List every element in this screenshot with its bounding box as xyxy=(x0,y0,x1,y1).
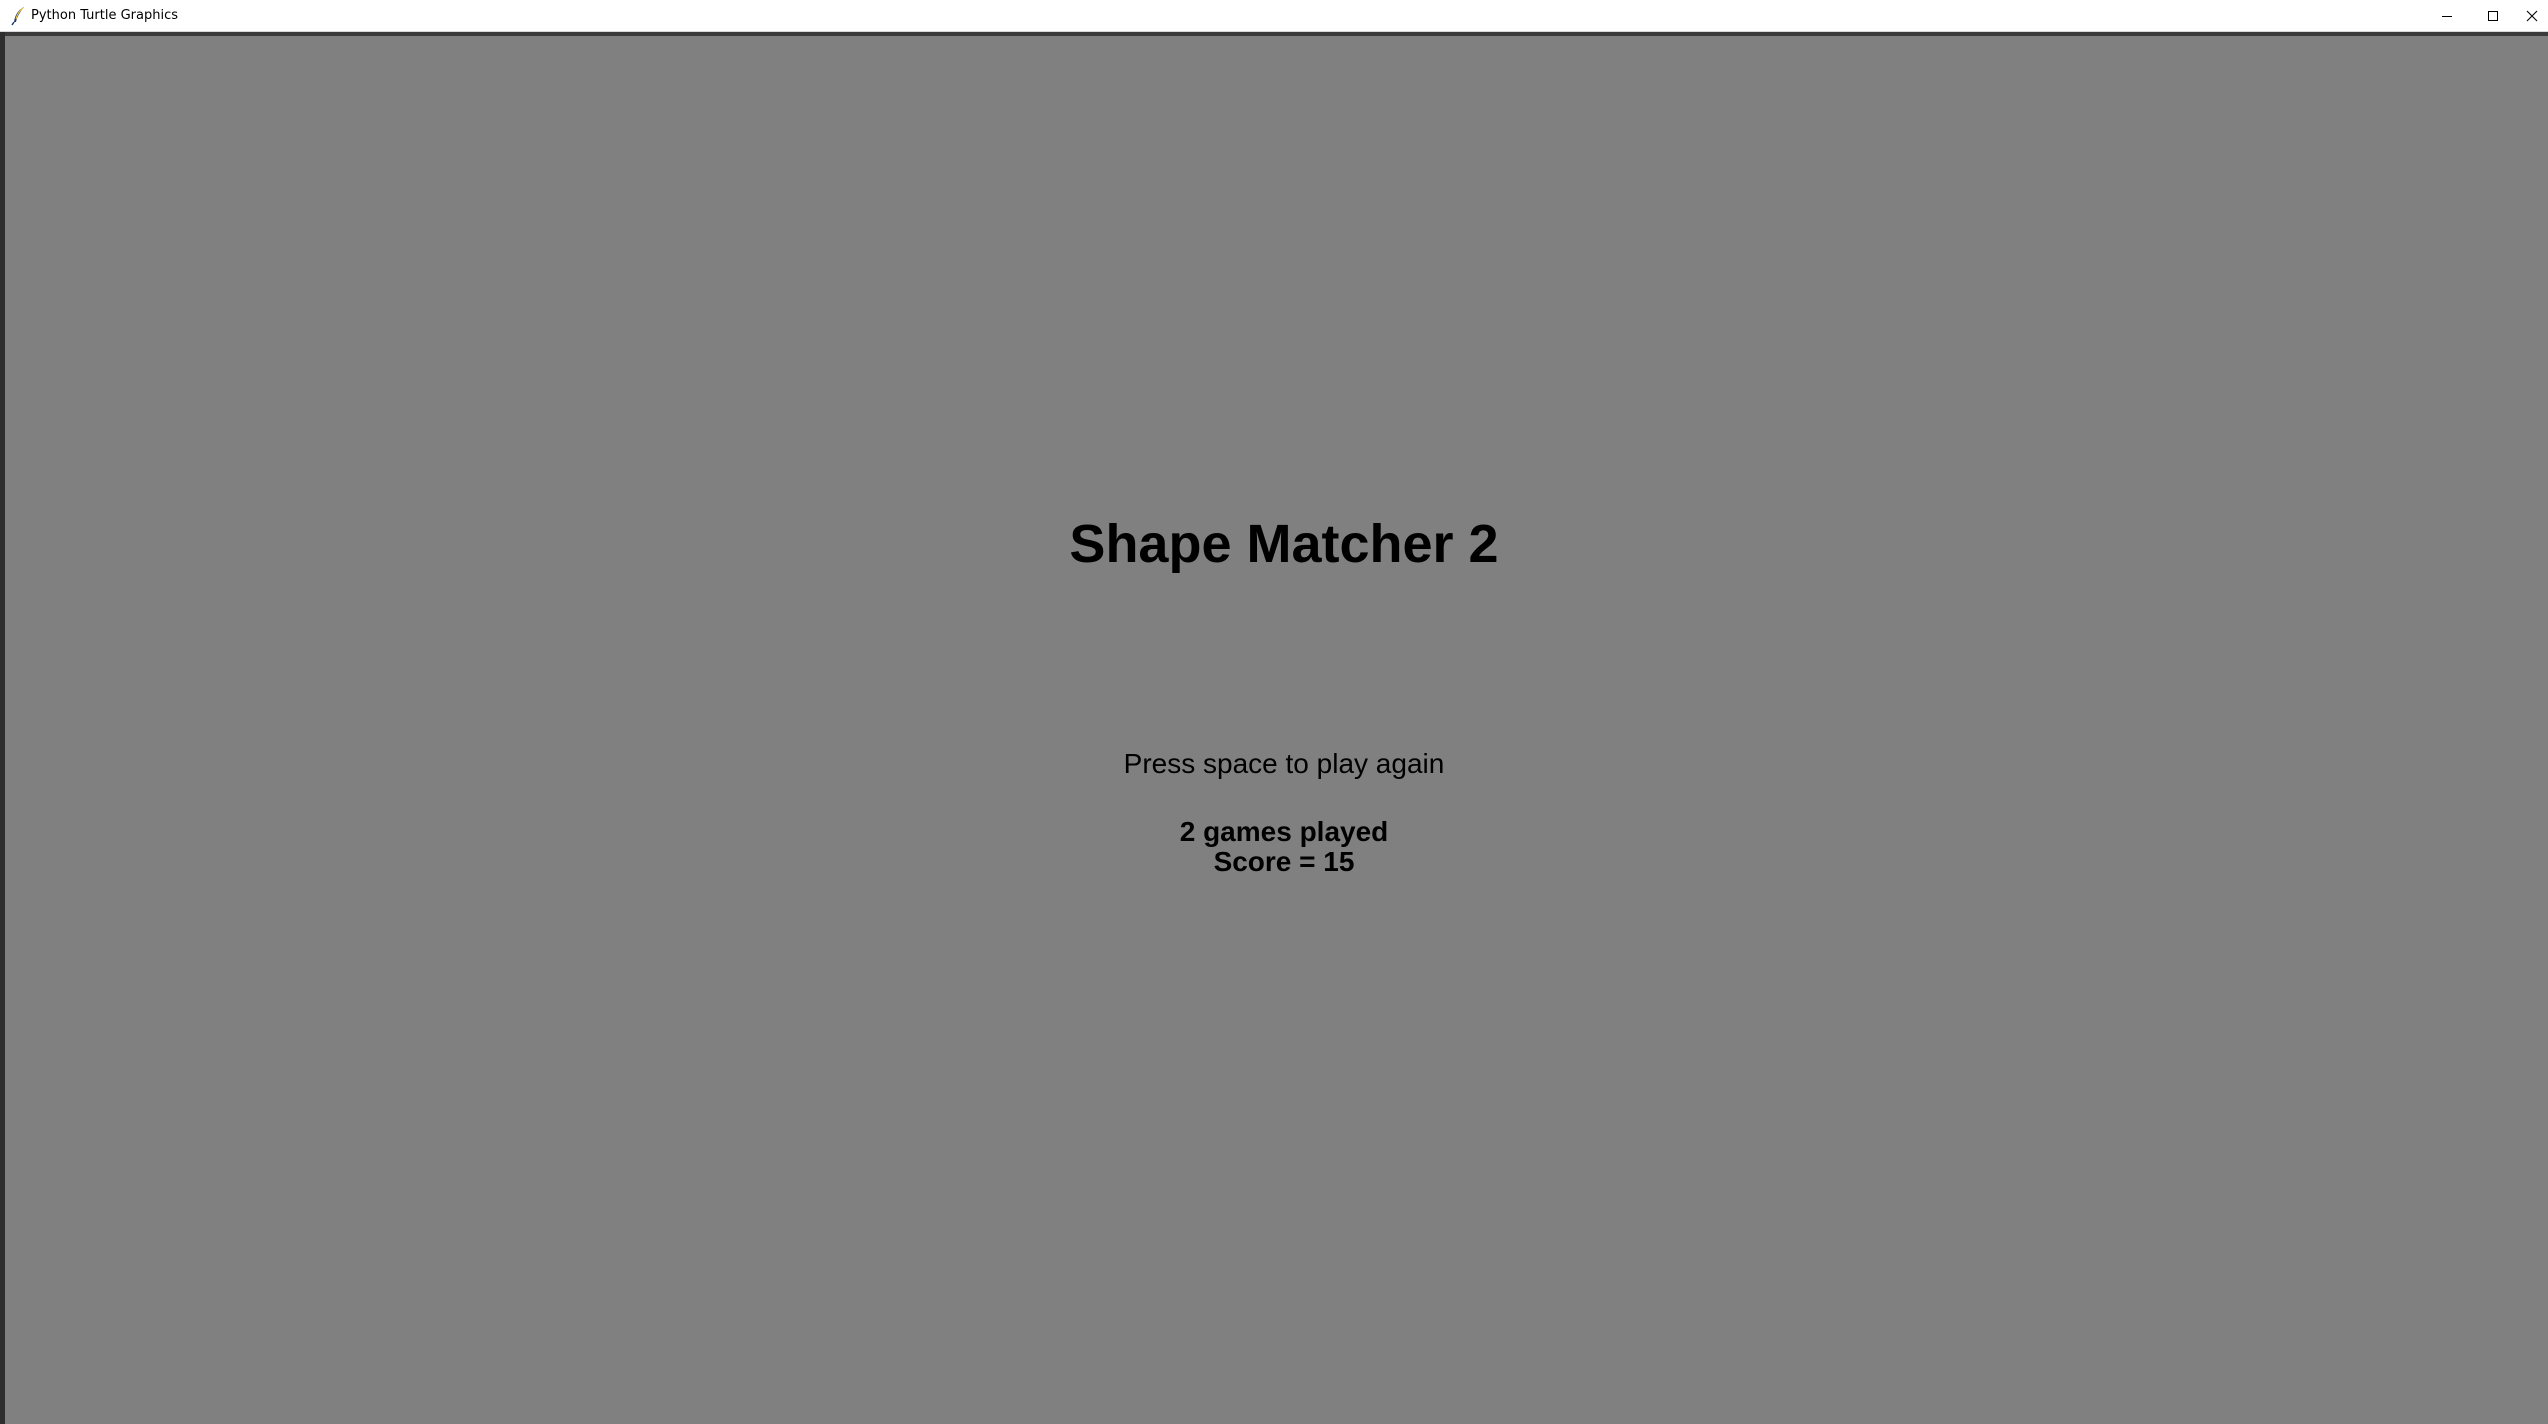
app-window: Python Turtle Graphics Shape Matcher 2 P… xyxy=(0,0,2548,1424)
maximize-button[interactable] xyxy=(2470,0,2516,31)
turtle-canvas[interactable]: Shape Matcher 2 Press space to play agai… xyxy=(5,36,2548,1424)
minimize-icon xyxy=(2441,10,2453,22)
play-again-prompt: Press space to play again xyxy=(1123,748,1445,779)
games-played-text: 2 games played xyxy=(1179,816,1389,847)
game-title: Shape Matcher 2 xyxy=(1069,514,1499,574)
close-button[interactable] xyxy=(2516,0,2548,31)
title-bar[interactable]: Python Turtle Graphics xyxy=(0,0,2548,32)
maximize-icon xyxy=(2487,10,2499,22)
close-icon xyxy=(2526,10,2538,22)
window-title: Python Turtle Graphics xyxy=(31,8,178,23)
stats-block: 2 games played Score = 15 xyxy=(5,817,2548,877)
feather-icon xyxy=(10,6,28,26)
score-text: Score = 15 xyxy=(1213,846,1355,877)
minimize-button[interactable] xyxy=(2424,0,2470,31)
